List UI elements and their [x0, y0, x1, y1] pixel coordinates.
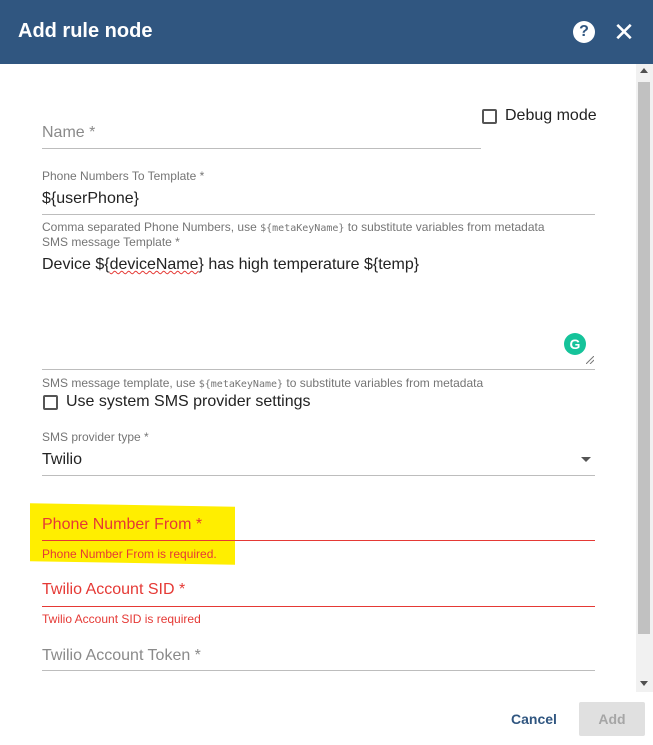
sms-provider-type-select[interactable]: Twilio — [42, 451, 82, 469]
phone-number-from-field[interactable]: Phone Number From * — [42, 516, 202, 534]
debug-mode-checkbox[interactable] — [482, 109, 497, 124]
debug-mode-label: Debug mode — [505, 107, 597, 124]
dialog-content: Name * Debug mode Phone Numbers To Templ… — [0, 64, 636, 692]
phone-numbers-underline — [42, 214, 595, 215]
chevron-down-icon[interactable] — [581, 457, 591, 462]
use-system-sms-label: Use system SMS provider settings — [66, 393, 311, 410]
resize-handle-icon[interactable] — [586, 356, 594, 364]
twilio-account-token-underline — [42, 670, 595, 671]
name-field[interactable]: Name * — [42, 124, 95, 142]
scroll-up-icon[interactable] — [640, 68, 648, 73]
dialog-title: Add rule node — [18, 20, 153, 42]
phone-numbers-label: Phone Numbers To Template * — [42, 169, 205, 183]
twilio-account-sid-error: Twilio Account SID is required — [42, 612, 201, 626]
scrollbar-thumb[interactable] — [638, 82, 650, 634]
twilio-account-sid-field[interactable]: Twilio Account SID * — [42, 581, 185, 599]
use-system-sms-checkbox[interactable] — [43, 395, 58, 410]
cancel-button[interactable]: Cancel — [500, 702, 568, 736]
grammarly-icon[interactable]: G — [564, 333, 586, 355]
phone-number-from-underline — [42, 540, 595, 541]
name-underline — [42, 148, 481, 149]
help-icon[interactable]: ? — [573, 21, 595, 43]
sms-template-textarea[interactable]: Device ${deviceName} has high temperatur… — [42, 256, 582, 366]
twilio-account-token-field[interactable]: Twilio Account Token * — [42, 647, 201, 665]
phone-numbers-hint: Comma separated Phone Numbers, use ${met… — [42, 220, 545, 234]
scrollbar[interactable] — [636, 64, 653, 692]
phone-number-from-error: Phone Number From is required. — [42, 547, 217, 561]
sms-provider-type-underline — [42, 475, 595, 476]
dialog-header: Add rule node ? ✕ — [0, 0, 653, 64]
sms-template-underline — [42, 369, 595, 370]
phone-numbers-input[interactable]: ${userPhone} — [42, 190, 139, 208]
twilio-account-sid-underline — [42, 606, 595, 607]
add-button[interactable]: Add — [579, 702, 645, 736]
scroll-down-icon[interactable] — [640, 681, 648, 686]
sms-template-hint: SMS message template, use ${metaKeyName}… — [42, 376, 484, 390]
sms-provider-type-label: SMS provider type * — [42, 430, 149, 444]
close-icon[interactable]: ✕ — [612, 18, 636, 46]
add-rule-node-dialog: Add rule node ? ✕ Name * Debug mode Phon… — [0, 0, 653, 745]
sms-template-label: SMS message Template * — [42, 235, 180, 249]
